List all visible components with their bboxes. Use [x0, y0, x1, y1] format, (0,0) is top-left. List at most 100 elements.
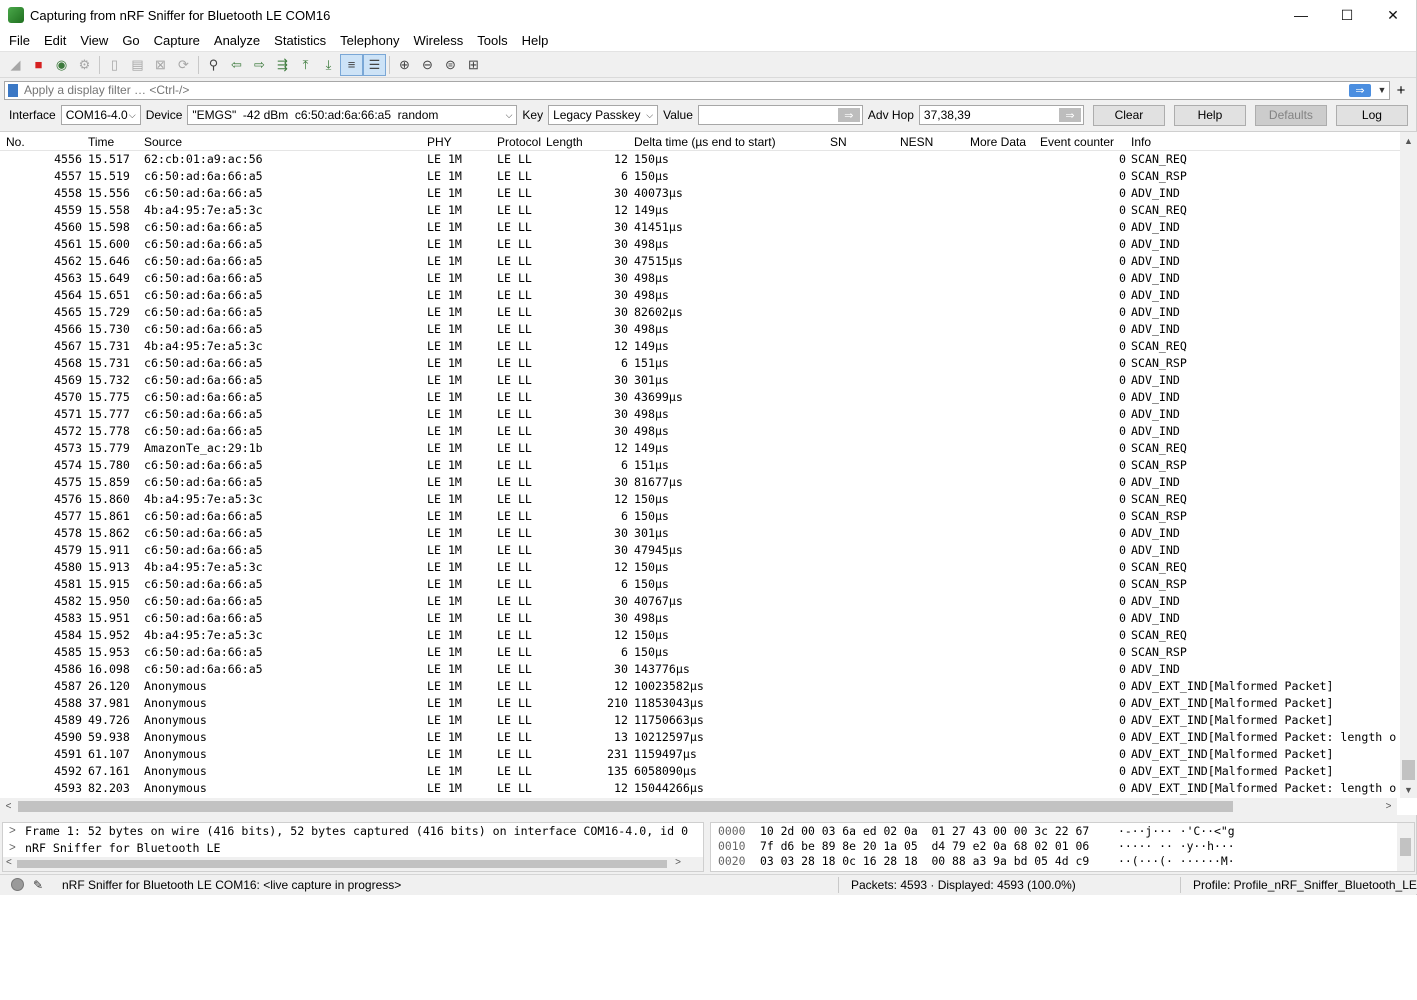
capture-options-icon[interactable]: ⚙ [73, 54, 96, 76]
details-row[interactable]: > Frame 1: 52 bytes on wire (416 bits), … [3, 823, 703, 840]
find-packet-icon[interactable]: ⚲ [202, 54, 225, 76]
scroll-left-icon[interactable]: < [6, 857, 12, 868]
packet-row[interactable]: 4559 15.558 4b:a4:95:7e:a5:3c LE 1M LE LL 12 1… [0, 202, 1397, 219]
menu-file[interactable]: File [2, 33, 37, 48]
packet-row[interactable]: 4569 15.732 c6:50:ad:6a:66:a5 LE 1M LE LL 30 3… [0, 372, 1397, 389]
packet-row[interactable]: 4592 67.161 Anonymous LE 1M LE LL 135 6058090µ… [0, 763, 1397, 780]
packet-row[interactable]: 4573 15.779 AmazonTe_ac:29:1b LE 1M LE LL 12 1… [0, 440, 1397, 457]
autoscroll-icon[interactable]: ≡ [340, 53, 363, 76]
go-forward-icon[interactable]: ⇨ [248, 54, 271, 76]
packet-row[interactable]: 4568 15.731 c6:50:ad:6a:66:a5 LE 1M LE LL 6 15… [0, 355, 1397, 372]
restart-capture-icon[interactable]: ◉ [50, 54, 73, 76]
packet-row[interactable]: 4571 15.777 c6:50:ad:6a:66:a5 LE 1M LE LL 30 4… [0, 406, 1397, 423]
zoom-out-icon[interactable]: ⊖ [416, 54, 439, 76]
bytes-vertical-scrollbar[interactable] [1397, 823, 1414, 871]
go-to-packet-icon[interactable]: ⇶ [271, 54, 294, 76]
column-header-protocol[interactable]: Protocol [497, 135, 541, 149]
filter-history-dropdown-icon[interactable]: ▼ [1375, 85, 1389, 95]
packet-row[interactable]: 4576 15.860 4b:a4:95:7e:a5:3c LE 1M LE LL 12 1… [0, 491, 1397, 508]
packet-row[interactable]: 4562 15.646 c6:50:ad:6a:66:a5 LE 1M LE LL 30 4… [0, 253, 1397, 270]
capture-comment-icon[interactable]: ✎ [33, 878, 47, 892]
menu-tools[interactable]: Tools [470, 33, 514, 48]
maximize-button[interactable]: ☐ [1324, 0, 1370, 30]
menu-view[interactable]: View [73, 33, 115, 48]
packet-row[interactable]: 4584 15.952 4b:a4:95:7e:a5:3c LE 1M LE LL 12 1… [0, 627, 1397, 644]
packet-row[interactable]: 4572 15.778 c6:50:ad:6a:66:a5 LE 1M LE LL 30 4… [0, 423, 1397, 440]
last-packet-icon[interactable]: ⤓ [317, 54, 340, 76]
packet-row[interactable]: 4558 15.556 c6:50:ad:6a:66:a5 LE 1M LE LL 30 4… [0, 185, 1397, 202]
packet-row[interactable]: 4589 49.726 Anonymous LE 1M LE LL 12 11750663µ… [0, 712, 1397, 729]
packet-row[interactable]: 4581 15.915 c6:50:ad:6a:66:a5 LE 1M LE LL 6 15… [0, 576, 1397, 593]
colorize-icon[interactable]: ☰ [363, 53, 386, 76]
packet-list-horizontal-scrollbar[interactable]: < > [0, 798, 1397, 815]
menu-wireless[interactable]: Wireless [406, 33, 470, 48]
packet-row[interactable]: 4567 15.731 4b:a4:95:7e:a5:3c LE 1M LE LL 12 1… [0, 338, 1397, 355]
packet-row[interactable]: 4577 15.861 c6:50:ad:6a:66:a5 LE 1M LE LL 6 15… [0, 508, 1397, 525]
defaults-button[interactable]: Defaults [1254, 104, 1327, 126]
close-button[interactable]: ✕ [1370, 0, 1416, 30]
packet-list[interactable]: No. Time Source PHY Protocol Length Delt… [0, 131, 1417, 815]
go-back-icon[interactable]: ⇦ [225, 54, 248, 76]
value-apply-icon[interactable]: ⇒ [837, 108, 860, 122]
profile-indicator[interactable]: Profile: Profile_nRF_Sniffer_Bluetooth_L… [1193, 878, 1417, 892]
packet-row[interactable]: 4560 15.598 c6:50:ad:6a:66:a5 LE 1M LE LL 30 4… [0, 219, 1397, 236]
scrollbar-thumb[interactable] [1402, 760, 1415, 780]
packet-row[interactable]: 4580 15.913 4b:a4:95:7e:a5:3c LE 1M LE LL 12 1… [0, 559, 1397, 576]
packet-details-pane[interactable]: > Frame 1: 52 bytes on wire (416 bits), … [2, 822, 704, 872]
scrollbar-thumb[interactable] [18, 801, 1233, 812]
add-filter-button-icon[interactable]: + [1390, 82, 1412, 99]
scroll-up-icon[interactable]: ▲ [1400, 132, 1417, 149]
packet-list-vertical-scrollbar[interactable]: ▲ ▼ [1400, 132, 1417, 798]
column-header-event-counter[interactable]: Event counter [1040, 135, 1114, 149]
packet-row[interactable]: 4574 15.780 c6:50:ad:6a:66:a5 LE 1M LE LL 6 15… [0, 457, 1397, 474]
packet-row[interactable]: 4556 15.517 62:cb:01:a9:ac:56 LE 1M LE LL 12 1… [0, 151, 1397, 168]
packet-row[interactable]: 4582 15.950 c6:50:ad:6a:66:a5 LE 1M LE LL 30 4… [0, 593, 1397, 610]
packet-row[interactable]: 4575 15.859 c6:50:ad:6a:66:a5 LE 1M LE LL 30 8… [0, 474, 1397, 491]
bytes-row[interactable]: 0000 10 2d 00 03 6a ed 02 0a 01 27 43 00… [711, 823, 1414, 838]
reload-file-icon[interactable]: ⟳ [172, 54, 195, 76]
packet-row[interactable]: 4557 15.519 c6:50:ad:6a:66:a5 LE 1M LE LL 6 15… [0, 168, 1397, 185]
device-select[interactable]: "EMGS" -42 dBm c6:50:ad:6a:66:a5 random … [187, 105, 518, 125]
packet-row[interactable]: 4593 82.203 Anonymous LE 1M LE LL 12 15044266µ… [0, 780, 1397, 797]
scrollbar-thumb[interactable] [17, 860, 667, 868]
scroll-right-icon[interactable]: > [1380, 798, 1397, 815]
packet-bytes-pane[interactable]: 0000 10 2d 00 03 6a ed 02 0a 01 27 43 00… [710, 822, 1415, 872]
packet-row[interactable]: 4585 15.953 c6:50:ad:6a:66:a5 LE 1M LE LL 6 15… [0, 644, 1397, 661]
column-header-more-data[interactable]: More Data [970, 135, 1026, 149]
menu-analyze[interactable]: Analyze [207, 33, 267, 48]
menu-capture[interactable]: Capture [147, 33, 207, 48]
value-input[interactable]: ⇒ [697, 105, 863, 125]
packet-row[interactable]: 4586 16.098 c6:50:ad:6a:66:a5 LE 1M LE LL 30 1… [0, 661, 1397, 678]
first-packet-icon[interactable]: ⤒ [294, 54, 317, 76]
column-header-time[interactable]: Time [88, 135, 114, 149]
key-select[interactable]: Legacy Passkey ⌵ [548, 105, 659, 125]
save-file-icon[interactable]: ▤ [126, 54, 149, 76]
column-header-length[interactable]: Length [546, 135, 583, 149]
advhop-input[interactable]: 37,38,39 ⇒ [918, 105, 1084, 125]
column-header-no[interactable]: No. [6, 135, 25, 149]
chevron-right-icon[interactable]: > [9, 841, 16, 854]
menu-edit[interactable]: Edit [37, 33, 73, 48]
clear-button[interactable]: Clear [1092, 104, 1165, 126]
scroll-down-icon[interactable]: ▼ [1400, 781, 1417, 798]
packet-row[interactable]: 4587 26.120 Anonymous LE 1M LE LL 12 10023582µ… [0, 678, 1397, 695]
packet-row[interactable]: 4565 15.729 c6:50:ad:6a:66:a5 LE 1M LE LL 30 8… [0, 304, 1397, 321]
expert-info-indicator-icon[interactable] [11, 878, 24, 891]
menu-help[interactable]: Help [515, 33, 556, 48]
scroll-right-icon[interactable]: > [675, 857, 681, 868]
packet-row[interactable]: 4561 15.600 c6:50:ad:6a:66:a5 LE 1M LE LL 30 4… [0, 236, 1397, 253]
details-row[interactable]: > nRF Sniffer for Bluetooth LE [3, 840, 703, 857]
column-header-delta[interactable]: Delta time (µs end to start) [634, 135, 776, 149]
packet-row[interactable]: 4566 15.730 c6:50:ad:6a:66:a5 LE 1M LE LL 30 4… [0, 321, 1397, 338]
scroll-left-icon[interactable]: < [0, 798, 17, 815]
details-horizontal-scrollbar[interactable]: < > [3, 857, 703, 871]
minimize-button[interactable]: — [1278, 0, 1324, 30]
column-header-sn[interactable]: SN [830, 135, 847, 149]
packet-row[interactable]: 4578 15.862 c6:50:ad:6a:66:a5 LE 1M LE LL 30 3… [0, 525, 1397, 542]
packet-row[interactable]: 4564 15.651 c6:50:ad:6a:66:a5 LE 1M LE LL 30 4… [0, 287, 1397, 304]
column-header-phy[interactable]: PHY [427, 135, 452, 149]
normal-size-icon[interactable]: ⊜ [439, 54, 462, 76]
bytes-row[interactable]: 0020 03 03 28 18 0c 16 28 18 00 88 a3 9a… [711, 853, 1414, 868]
log-button[interactable]: Log [1335, 104, 1408, 126]
column-header-nesn[interactable]: NESN [900, 135, 933, 149]
